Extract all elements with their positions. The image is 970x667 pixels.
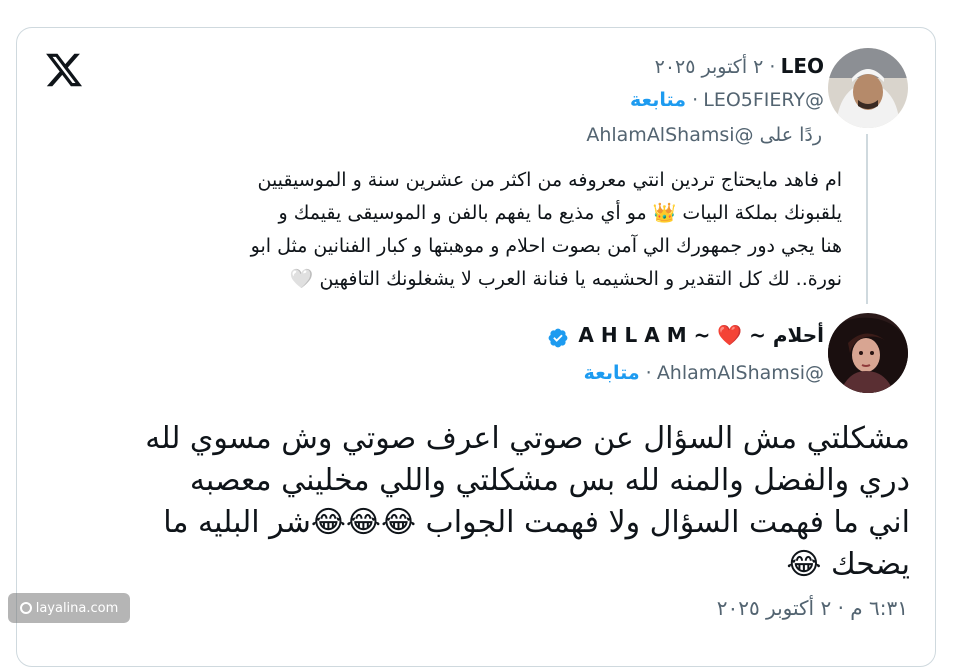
main-handle-row: @AhlamAlShamsi · متابعة (584, 362, 824, 384)
main-author-avatar[interactable] (828, 313, 908, 393)
reply-body-line: ام فاهد مايحتاج تردين انتي معروفه من اكث… (257, 169, 842, 191)
reply-body-line: يلقبونك بملكة البيات 👑 مو أي مذيع ما يفه… (278, 202, 842, 224)
reply-body: ام فاهد مايحتاج تردين انتي معروفه من اكث… (251, 164, 842, 296)
main-body: مشكلتي مش السؤال عن صوتي اعرف صوتي وش مس… (145, 418, 910, 586)
watermark-text: layalina.com (35, 600, 119, 616)
watermark-logo-icon (19, 602, 32, 614)
reply-follow-button[interactable]: متابعة (630, 89, 686, 111)
main-author-name[interactable]: أحلام ~ ❤️ ~ A H L A M (578, 323, 824, 347)
replying-to-label[interactable]: ردًا على @AhlamAlShamsi (586, 124, 822, 146)
verified-badge-icon (548, 328, 568, 347)
reply-author-avatar[interactable] (828, 48, 908, 128)
reply-author-name[interactable]: LEO (781, 54, 824, 78)
reply-body-line: هنا يجي دور جمهورك الي آمن بصوت احلام و … (250, 235, 842, 257)
reply-author-handle[interactable]: @LEO5FIERY (703, 89, 824, 111)
separator-dot: · (763, 56, 776, 78)
thread-connector-line (866, 134, 868, 304)
main-timestamp[interactable]: ٦:٣١ م · ٢ أكتوبر ٢٠٢٥ (717, 596, 908, 620)
watermark: layalina.com (8, 593, 130, 623)
reply-body-line: نورة.. لك كل التقدير و الحشيمه يا فنانة … (289, 268, 842, 290)
main-follow-button[interactable]: متابعة (584, 362, 640, 384)
main-body-line: دري والفضل والمنه لله بس مشكلتي واللي مخ… (189, 463, 910, 498)
reply-header: LEO · ٢ أكتوبر ٢٠٢٥ (655, 54, 824, 78)
main-body-line: يضحك 😂 (786, 547, 910, 582)
main-author-handle[interactable]: @AhlamAlShamsi (657, 362, 824, 384)
x-logo-icon[interactable] (44, 50, 84, 90)
main-header: أحلام ~ ❤️ ~ A H L A M (547, 323, 824, 349)
separator-dot: · (639, 362, 652, 384)
reply-handle-row: @LEO5FIERY · متابعة (630, 89, 824, 111)
main-body-line: مشكلتي مش السؤال عن صوتي اعرف صوتي وش مس… (145, 421, 910, 456)
reply-date[interactable]: ٢ أكتوبر ٢٠٢٥ (655, 56, 764, 78)
separator-dot: · (686, 89, 699, 111)
main-body-line: اني ما فهمت السؤال ولا فهمت الجواب 😂😂😂شر… (163, 505, 910, 540)
